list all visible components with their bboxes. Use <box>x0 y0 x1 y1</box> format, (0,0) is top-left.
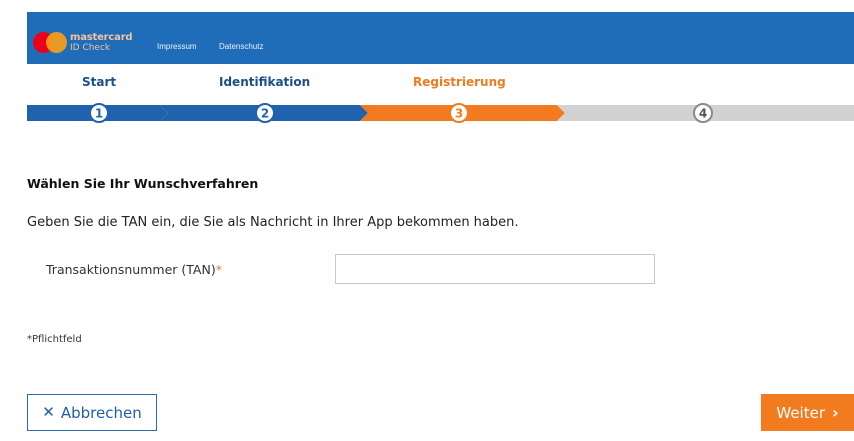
step-label-registrierung: Registrierung <box>413 75 506 89</box>
cancel-button-label: Abbrechen <box>60 403 142 422</box>
step-badge-3: 3 <box>449 103 469 123</box>
svg-text:4: 4 <box>699 107 707 121</box>
progress-stepper: 1 2 3 4 <box>27 103 854 123</box>
svg-text:3: 3 <box>455 107 463 121</box>
impressum-link[interactable]: Impressum <box>157 42 197 51</box>
mastercard-logo-icon <box>33 32 67 54</box>
required-field-note: *Pflichtfeld <box>27 334 82 345</box>
next-button[interactable]: Weiter › <box>761 394 854 431</box>
brand-line1: mastercard <box>70 32 133 43</box>
brand-name: mastercard ID Check <box>70 32 133 53</box>
brand-line2: ID Check <box>70 43 111 53</box>
next-button-label: Weiter <box>776 403 826 422</box>
step-badge-1: 1 <box>89 103 109 123</box>
datenschutz-link[interactable]: Datenschutz <box>219 42 263 51</box>
required-marker: * <box>215 262 222 277</box>
tan-label-text: Transaktionsnummer (TAN) <box>46 262 216 277</box>
close-icon: ✕ <box>42 403 55 421</box>
svg-text:1: 1 <box>95 107 103 121</box>
header-bar: mastercard ID Check Impressum Datenschut… <box>27 12 854 64</box>
page-title: Wählen Sie Ihr Wunschverfahren <box>27 176 259 191</box>
step-badge-2: 2 <box>255 103 275 123</box>
step-badge-4: 4 <box>693 103 713 123</box>
page: mastercard ID Check Impressum Datenschut… <box>0 0 854 441</box>
tan-field-label: Transaktionsnummer (TAN)* <box>46 262 222 277</box>
step-label-start: Start <box>82 75 117 89</box>
chevron-right-icon: › <box>832 402 839 422</box>
tan-input[interactable] <box>335 254 655 284</box>
step-label-identifikation: Identifikation <box>219 75 311 89</box>
cancel-button[interactable]: ✕ Abbrechen <box>27 394 157 431</box>
instruction-text: Geben Sie die TAN ein, die Sie als Nachr… <box>27 215 519 230</box>
svg-text:2: 2 <box>261 107 269 121</box>
